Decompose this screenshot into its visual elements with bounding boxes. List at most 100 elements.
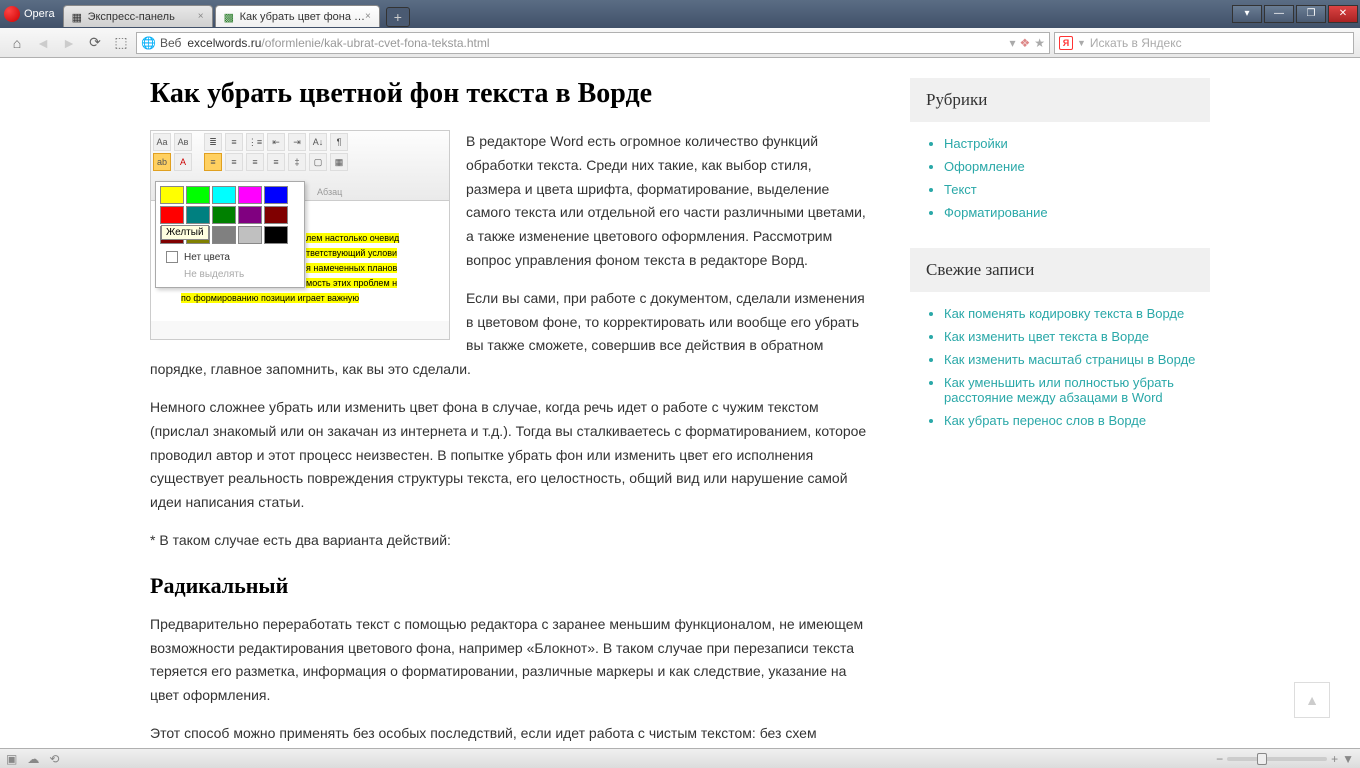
- url-path: /oformlenie/kak-ubrat-cvet-fona-teksta.h…: [261, 36, 489, 50]
- ribbon-group-label: Абзац: [317, 187, 342, 197]
- page-viewport[interactable]: Как убрать цветной фон текста в Ворде Aa…: [0, 58, 1360, 748]
- home-button[interactable]: ⌂: [6, 32, 28, 54]
- highlight-color-button: ab: [153, 153, 171, 171]
- no-highlight-option: Не выделять: [160, 266, 300, 283]
- chevron-down-icon[interactable]: ▼: [1077, 38, 1086, 48]
- opera-logo-icon: [4, 6, 20, 22]
- tab-current-page[interactable]: ▩ Как убрать цвет фона … ×: [215, 5, 380, 27]
- font-size-icon: Aa: [153, 133, 171, 151]
- rubrics-heading: Рубрики: [910, 78, 1210, 122]
- sync-icon[interactable]: ⟲: [49, 752, 59, 766]
- rubric-link[interactable]: Оформление: [944, 159, 1025, 174]
- recent-list: Как поменять кодировку текста в Ворде Ка…: [910, 302, 1210, 432]
- line-spacing-icon: ‡: [288, 153, 306, 171]
- window-controls: ▾ — ❐ ✕: [1232, 5, 1360, 23]
- rubric-link[interactable]: Настройки: [944, 136, 1008, 151]
- tab-label: Экспресс-панель: [88, 11, 175, 23]
- list-item: Как изменить масштаб страницы в Ворде: [944, 348, 1210, 371]
- recent-link[interactable]: Как убрать перенос слов в Ворде: [944, 413, 1146, 428]
- forward-button[interactable]: ►: [58, 32, 80, 54]
- color-darkgreen: [212, 206, 236, 224]
- highlighted-text: лем настолько очевид: [306, 233, 399, 243]
- color-tooltip: Желтый: [161, 225, 209, 240]
- address-bar[interactable]: 🌐 Веб excelwords.ru/oformlenie/kak-ubrat…: [136, 32, 1050, 54]
- recent-heading: Свежие записи: [910, 248, 1210, 292]
- pilcrow-icon: ¶: [330, 133, 348, 151]
- recent-link[interactable]: Как изменить цвет текста в Ворде: [944, 329, 1149, 344]
- zoom-control: − + ▼: [1216, 752, 1354, 766]
- zoom-dropdown[interactable]: ▼: [1342, 752, 1354, 766]
- align-right-icon: ≡: [246, 153, 264, 171]
- sort-icon: A↓: [309, 133, 327, 151]
- panel-icon[interactable]: ▣: [6, 752, 17, 766]
- dropdown-button[interactable]: ▾: [1232, 5, 1262, 23]
- color-grid: Желтый: [160, 186, 300, 244]
- highlighted-text: мость этих проблем н: [306, 278, 397, 288]
- browser-toolbar: ⌂ ◄ ► ⟳ ⬚ 🌐 Веб excelwords.ru/oformlenie…: [0, 28, 1360, 58]
- justify-icon: ≡: [267, 153, 285, 171]
- rss-icon[interactable]: ▾: [1009, 36, 1015, 50]
- list-item: Как изменить цвет текста в Ворде: [944, 325, 1210, 348]
- no-highlight-label: Не выделять: [184, 269, 244, 280]
- close-window-button[interactable]: ✕: [1328, 5, 1358, 23]
- checkbox-icon: [166, 251, 178, 263]
- recent-link[interactable]: Как уменьшить или полностью убрать расст…: [944, 375, 1174, 405]
- reload-button[interactable]: ⟳: [84, 32, 106, 54]
- color-green: [186, 186, 210, 204]
- cloud-icon[interactable]: ☁: [27, 752, 39, 766]
- tab-label: Как убрать цвет фона …: [240, 11, 365, 23]
- color-blue: [264, 186, 288, 204]
- feed-icon[interactable]: ❖: [1019, 36, 1030, 50]
- color-gray: [212, 226, 236, 244]
- page-icon: ▩: [224, 11, 236, 23]
- close-icon[interactable]: ×: [365, 11, 371, 22]
- zoom-slider[interactable]: [1227, 757, 1327, 761]
- highlighted-text: по формированию позиции играет важную: [181, 293, 359, 303]
- tab-speed-dial[interactable]: ▦ Экспресс-панель ×: [63, 5, 213, 27]
- font-color-icon: A: [174, 153, 192, 171]
- article-content: Как убрать цветной фон текста в Ворде Aa…: [150, 78, 870, 748]
- list-item: Текст: [944, 178, 1210, 201]
- align-left-icon: ≡: [204, 153, 222, 171]
- stop-button[interactable]: ⬚: [110, 32, 132, 54]
- minimize-button[interactable]: —: [1264, 5, 1294, 23]
- borders-icon: ▦: [330, 153, 348, 171]
- recent-link[interactable]: Как изменить масштаб страницы в Ворде: [944, 352, 1195, 367]
- list-item: Настройки: [944, 132, 1210, 155]
- bookmark-star-icon[interactable]: ★: [1034, 36, 1045, 50]
- close-icon[interactable]: ×: [198, 11, 204, 22]
- paragraph: Предварительно переработать текст с помо…: [150, 613, 870, 708]
- sidebar: Рубрики Настройки Оформление Текст Форма…: [910, 78, 1210, 748]
- color-black: [264, 226, 288, 244]
- word-screenshot: Aa Aʙ ≣ ≡ ⋮≡ ⇤ ⇥ A↓ ¶ ab A: [150, 130, 450, 340]
- zoom-in-button[interactable]: +: [1331, 752, 1338, 766]
- list-item: Оформление: [944, 155, 1210, 178]
- url-text: excelwords.ru/oformlenie/kak-ubrat-cvet-…: [187, 36, 489, 50]
- highlighted-text: я намеченных планов: [306, 263, 397, 273]
- back-button[interactable]: ◄: [32, 32, 54, 54]
- zoom-out-button[interactable]: −: [1216, 752, 1223, 766]
- slider-thumb[interactable]: [1257, 753, 1267, 765]
- url-host: excelwords.ru: [187, 36, 261, 50]
- no-color-option: Нет цвета: [160, 248, 300, 266]
- shading-icon: ▢: [309, 153, 327, 171]
- status-bar: ▣ ☁ ⟲ − + ▼: [0, 748, 1360, 768]
- scroll-to-top-button[interactable]: ▲: [1294, 682, 1330, 718]
- list-item: Форматирование: [944, 201, 1210, 224]
- new-tab-button[interactable]: +: [386, 7, 410, 27]
- rubric-link[interactable]: Текст: [944, 182, 977, 197]
- align-center-icon: ≡: [225, 153, 243, 171]
- maximize-button[interactable]: ❐: [1296, 5, 1326, 23]
- opera-brand-label: Opera: [24, 8, 55, 20]
- page-title: Как убрать цветной фон текста в Ворде: [150, 78, 870, 110]
- paragraph: * В таком случае есть два варианта дейст…: [150, 529, 870, 553]
- multilevel-icon: ⋮≡: [246, 133, 264, 151]
- bullets-icon: ≣: [204, 133, 222, 151]
- grid-icon: ▦: [72, 11, 84, 23]
- indent-inc-icon: ⇥: [288, 133, 306, 151]
- no-color-label: Нет цвета: [184, 252, 230, 263]
- list-item: Как уменьшить или полностью убрать расст…: [944, 371, 1210, 409]
- rubric-link[interactable]: Форматирование: [944, 205, 1048, 220]
- search-bar[interactable]: Я ▼ Искать в Яндекс: [1054, 32, 1354, 54]
- recent-link[interactable]: Как поменять кодировку текста в Ворде: [944, 306, 1184, 321]
